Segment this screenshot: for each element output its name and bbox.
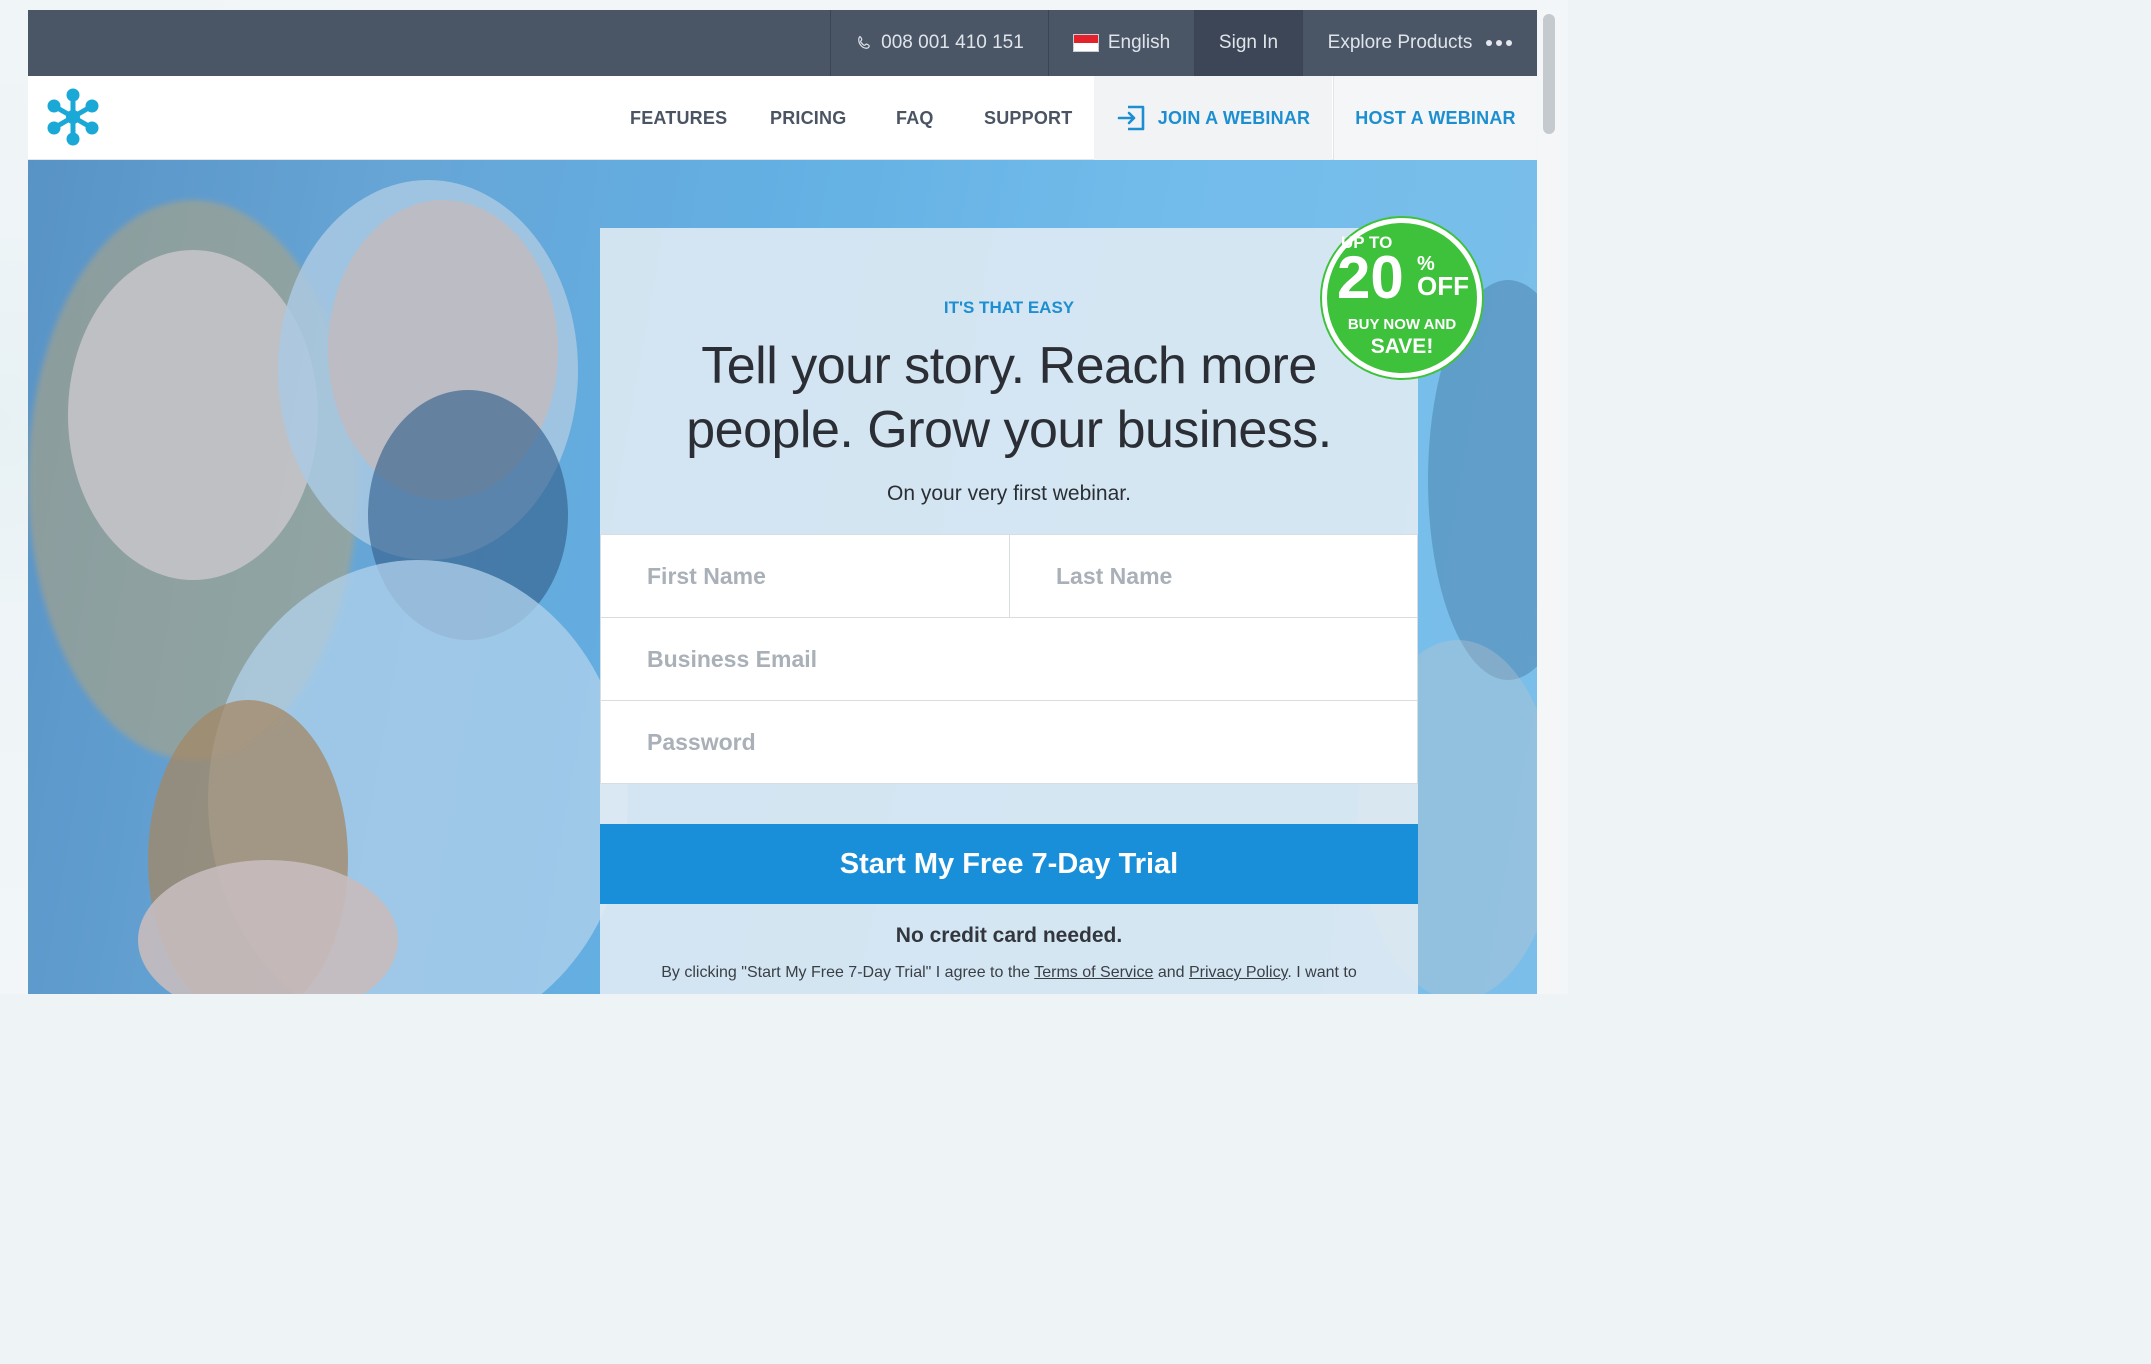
flag-icon — [1072, 34, 1099, 52]
nav-features[interactable]: FEATURES — [630, 76, 727, 160]
headline-line-1: Tell your story. Reach more — [701, 337, 1317, 395]
language-label: English — [1107, 32, 1171, 53]
nav-faq[interactable]: FAQ — [896, 76, 934, 160]
more-dots-icon — [1486, 40, 1513, 46]
signup-card: IT'S THAT EASY Tell your story. Reach mo… — [600, 228, 1418, 994]
last-name-field[interactable] — [1009, 534, 1418, 618]
legal-suffix: . I want to — [1287, 964, 1357, 981]
headline-line-2: people. Grow your business. — [686, 401, 1332, 459]
signup-card-header: IT'S THAT EASY Tell your story. Reach mo… — [600, 228, 1418, 534]
legal-prefix: By clicking "Start My Free 7-Day Trial" … — [661, 964, 1031, 981]
legal-and: and — [1157, 964, 1185, 981]
business-email-field[interactable] — [600, 617, 1418, 701]
browser-page: 008 001 410 151 English Sign In Explore … — [28, 10, 1537, 994]
kicker-text: IT'S THAT EASY — [943, 298, 1075, 317]
badge-save: SAVE! — [1370, 335, 1434, 358]
snowflake-logo-icon[interactable] — [42, 86, 104, 148]
explore-products-menu[interactable]: Explore Products — [1302, 10, 1537, 76]
headline: Tell your story. Reach more people. Grow… — [600, 334, 1418, 462]
enter-arrow-icon — [1117, 105, 1145, 131]
privacy-policy-link[interactable]: Privacy Policy — [1189, 964, 1287, 981]
discount-badge[interactable]: UP TO 20 % OFF BUY NOW AND SAVE! — [1322, 218, 1482, 378]
sign-in-label: Sign In — [1218, 32, 1279, 53]
phone-number-link[interactable]: 008 001 410 151 — [830, 10, 1048, 76]
sign-in-link[interactable]: Sign In — [1194, 10, 1302, 76]
main-nav: FEATURES PRICING FAQ SUPPORT JOIN A WEBI… — [28, 76, 1537, 160]
start-trial-button[interactable]: Start My Free 7-Day Trial — [600, 824, 1418, 904]
subheadline: On your very first webinar. — [887, 482, 1131, 505]
scrollbar-thumb[interactable] — [1543, 14, 1555, 134]
badge-buy-now: BUY NOW AND — [1347, 316, 1457, 333]
first-name-field[interactable] — [600, 534, 1010, 618]
nav-support[interactable]: SUPPORT — [984, 76, 1072, 160]
join-webinar-button[interactable]: JOIN A WEBINAR — [1094, 76, 1332, 160]
phone-icon — [858, 36, 871, 49]
password-field[interactable] — [600, 700, 1418, 784]
join-webinar-label: JOIN A WEBINAR — [1157, 107, 1311, 128]
language-selector[interactable]: English — [1048, 10, 1194, 76]
host-webinar-button[interactable]: HOST A WEBINAR — [1333, 76, 1537, 160]
scrollbar-track[interactable] — [1538, 10, 1560, 994]
phone-number-text: 008 001 410 151 — [881, 32, 1024, 53]
badge-amount: 20 — [1337, 244, 1404, 311]
explore-products-label: Explore Products — [1327, 32, 1473, 53]
terms-of-service-link[interactable]: Terms of Service — [1034, 964, 1153, 981]
utility-bar: 008 001 410 151 English Sign In Explore … — [28, 10, 1537, 76]
hero-section: IT'S THAT EASY Tell your story. Reach mo… — [28, 160, 1537, 994]
badge-off: OFF — [1417, 271, 1469, 301]
nav-pricing[interactable]: PRICING — [770, 76, 846, 160]
legal-text: By clicking "Start My Free 7-Day Trial" … — [640, 962, 1378, 984]
no-credit-card-note: No credit card needed. — [895, 924, 1123, 947]
